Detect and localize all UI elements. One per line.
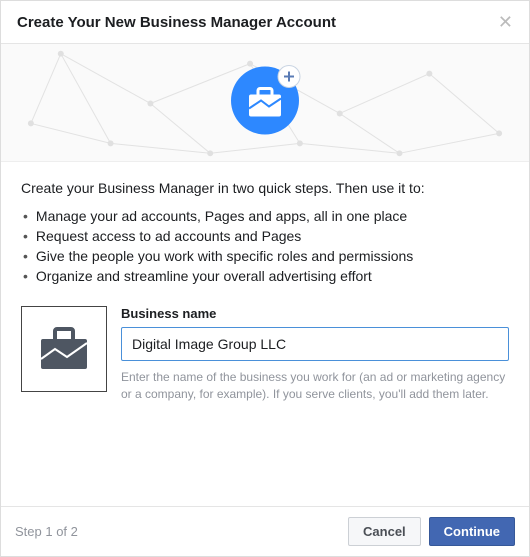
modal-header: Create Your New Business Manager Account… xyxy=(1,1,529,44)
business-name-row: Business name Enter the name of the busi… xyxy=(21,306,509,404)
modal-footer: Step 1 of 2 Cancel Continue xyxy=(1,506,529,556)
business-name-field: Business name Enter the name of the busi… xyxy=(121,306,509,404)
briefcase-icon xyxy=(39,327,89,371)
business-name-label: Business name xyxy=(121,306,509,321)
intro-text: Create your Business Manager in two quic… xyxy=(21,180,509,196)
create-business-manager-modal: Create Your New Business Manager Account… xyxy=(0,0,530,557)
business-name-input[interactable] xyxy=(121,327,509,361)
business-name-hint: Enter the name of the business you work … xyxy=(121,369,509,404)
list-item: Request access to ad accounts and Pages xyxy=(21,226,509,246)
list-item: Manage your ad accounts, Pages and apps,… xyxy=(21,206,509,226)
modal-content: Create your Business Manager in two quic… xyxy=(1,162,529,506)
cancel-button[interactable]: Cancel xyxy=(348,517,421,546)
hero-banner xyxy=(1,44,529,162)
hero-icon xyxy=(227,62,303,143)
modal-title: Create Your New Business Manager Account xyxy=(17,14,336,31)
close-button[interactable]: ✕ xyxy=(498,13,513,31)
continue-button[interactable]: Continue xyxy=(429,517,515,546)
business-icon-box xyxy=(21,306,107,392)
bullet-list: Manage your ad accounts, Pages and apps,… xyxy=(21,206,509,286)
step-indicator: Step 1 of 2 xyxy=(15,524,78,539)
list-item: Give the people you work with specific r… xyxy=(21,246,509,266)
list-item: Organize and streamline your overall adv… xyxy=(21,266,509,286)
footer-actions: Cancel Continue xyxy=(348,517,515,546)
close-icon: ✕ xyxy=(498,12,513,32)
briefcase-plus-icon xyxy=(227,62,303,138)
